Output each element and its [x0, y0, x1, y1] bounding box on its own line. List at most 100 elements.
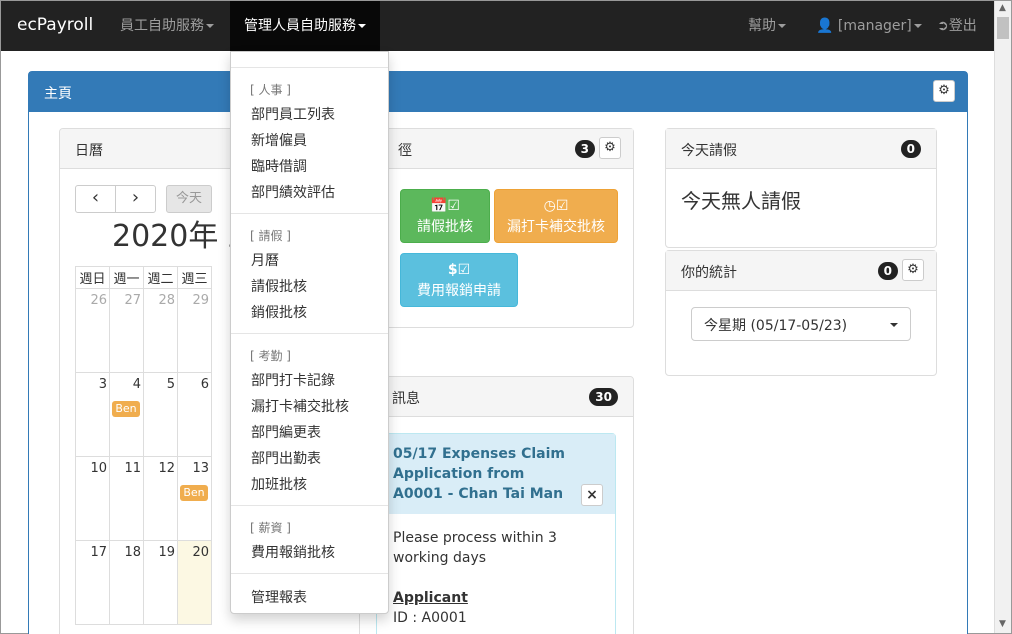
calendar-event[interactable]: Ben — [180, 485, 208, 501]
top-navbar: ecPayroll 員工自助服務 管理人員自助服務 幫助 👤 [manager]… — [1, 1, 994, 51]
user-menu[interactable]: 👤 [manager] — [816, 1, 922, 51]
next-month-button[interactable]: › — [115, 185, 156, 213]
scroll-up-arrow-icon[interactable]: ▲ — [999, 3, 1006, 13]
messages-count-badge: 30 — [589, 388, 618, 406]
attendance-section-header: [ 考勤 ] — [250, 349, 291, 363]
period-select-value: 今星期 (05/17-05/23) — [704, 318, 848, 334]
leave-approval-label: 請假批核 — [417, 219, 473, 235]
menu-item-management-reports[interactable]: 管理報表 — [251, 587, 307, 607]
day-number: 3 — [98, 377, 107, 392]
calendar-day-cell[interactable]: 10 — [75, 456, 110, 541]
manager-dropdown-menu: [ 人事 ] 部門員工列表 新增僱員 臨時借調 部門績效評估 [ 請假 ] 月曆… — [230, 51, 389, 614]
weekday-header: 週三 — [177, 266, 212, 289]
chevron-left-icon: ‹ — [91, 187, 100, 208]
calendar-grid: 週日 週一 週二 週三 26 27 28 29 3 4 Ben 5 6 10 11… — [75, 266, 212, 625]
day-number: 19 — [158, 545, 175, 560]
calendar-day-cell[interactable]: 17 — [75, 540, 110, 625]
employee-menu-label: 員工自助服務 — [120, 18, 204, 34]
day-number: 17 — [90, 545, 107, 560]
home-panel-header: 主頁 ⚙ — [29, 72, 967, 112]
leave-section-header: [ 請假 ] — [250, 229, 291, 243]
home-title: 主頁 — [44, 86, 72, 102]
calendar-day-cell[interactable]: 3 — [75, 372, 110, 457]
calendar-day-cell[interactable]: 11 — [109, 456, 144, 541]
stats-count-badge: 0 — [877, 262, 898, 280]
stats-settings-gear-icon[interactable]: ⚙ — [902, 259, 924, 281]
calendar-day-cell[interactable]: 5 — [143, 372, 178, 457]
close-message-icon[interactable]: × — [581, 484, 603, 506]
missed-punch-label: 漏打卡補交批核 — [507, 219, 605, 235]
calendar-week-row: 17 18 19 20 — [75, 540, 212, 625]
weekday-header: 週一 — [109, 266, 144, 289]
chevron-right-icon: › — [131, 187, 140, 208]
menu-item-leave-approval[interactable]: 請假批核 — [251, 276, 307, 296]
logout-label: 登出 — [948, 18, 977, 34]
dollar-check-icon: $☑ — [447, 262, 471, 278]
help-label: 幫助 — [748, 18, 776, 34]
shortcuts-settings-gear-icon[interactable]: ⚙ — [599, 137, 621, 159]
calendar-day-cell[interactable]: 13 Ben — [177, 456, 212, 541]
help-menu[interactable]: 幫助 — [748, 1, 786, 51]
brand-logo[interactable]: ecPayroll — [17, 15, 93, 35]
menu-item-monthly-calendar[interactable]: 月曆 — [251, 250, 279, 270]
calendar-day-cell-today[interactable]: 20 — [177, 540, 212, 625]
scroll-thumb[interactable] — [997, 17, 1009, 39]
menu-item-new-employee[interactable]: 新增僱員 — [251, 130, 307, 150]
shortcuts-panel-header: 徑 3 ⚙ — [360, 129, 633, 169]
menu-divider — [231, 333, 388, 334]
today-button[interactable]: 今天 — [166, 185, 212, 213]
menu-item-department-roster[interactable]: 部門編更表 — [251, 422, 321, 442]
menu-item-leave-cancellation-approval[interactable]: 銷假批核 — [251, 302, 307, 322]
calendar-day-cell[interactable]: 27 — [109, 288, 144, 373]
messages-panel-header: 訊息 30 — [360, 377, 633, 417]
weekday-header: 週二 — [143, 266, 178, 289]
calendar-day-cell[interactable]: 28 — [143, 288, 178, 373]
calendar-title: 日曆 — [75, 143, 103, 159]
expense-claim-shortcut-button[interactable]: $☑ 費用報銷申請 — [400, 253, 518, 307]
menu-item-performance-review[interactable]: 部門績效評估 — [251, 182, 335, 202]
home-panel: 主頁 ⚙ 日曆 ‹ › 今天 2020年 五 週日 週一 週二 週三 26 27… — [28, 71, 968, 634]
calendar-day-cell[interactable]: 18 — [109, 540, 144, 625]
calendar-day-cell[interactable]: 4 Ben — [109, 372, 144, 457]
employee-self-service-menu[interactable]: 員工自助服務 — [120, 1, 214, 51]
shortcuts-count-badge: 3 — [574, 140, 595, 158]
calendar-day-cell[interactable]: 12 — [143, 456, 178, 541]
menu-item-department-employee-list[interactable]: 部門員工列表 — [251, 104, 335, 124]
logout-icon: ➲ — [937, 18, 949, 34]
leave-approval-shortcut-button[interactable]: 📅☑ 請假批核 — [400, 189, 490, 243]
menu-item-department-attendance[interactable]: 部門出勤表 — [251, 448, 321, 468]
day-number: 10 — [90, 461, 107, 476]
day-number: 5 — [166, 377, 175, 392]
menu-divider — [231, 573, 388, 574]
calendar-event[interactable]: Ben — [112, 401, 140, 417]
shortcuts-panel: 徑 3 ⚙ 📅☑ 請假批核 ◷☑ 漏打卡補交批核 $☑ 費用報銷申請 — [359, 128, 634, 328]
missed-punch-approval-shortcut-button[interactable]: ◷☑ 漏打卡補交批核 — [494, 189, 618, 243]
day-number: 12 — [158, 461, 175, 476]
day-number: 6 — [200, 377, 209, 392]
applicant-label: Applicant — [393, 590, 468, 606]
weekday-header: 週日 — [75, 266, 110, 289]
user-icon: 👤 — [816, 18, 834, 34]
home-settings-gear-icon[interactable]: ⚙ — [933, 80, 955, 102]
scroll-down-arrow-icon[interactable]: ▼ — [999, 619, 1006, 629]
calendar-day-cell[interactable]: 26 — [75, 288, 110, 373]
menu-item-missed-punch-approval[interactable]: 漏打卡補交批核 — [251, 396, 349, 416]
your-stats-panel: 你的統計 0 ⚙ 今星期 (05/17-05/23) — [665, 250, 937, 376]
manager-self-service-menu[interactable]: 管理人員自助服務 — [230, 1, 380, 51]
calendar-day-cell[interactable]: 6 — [177, 372, 212, 457]
menu-item-overtime-approval[interactable]: 加班批核 — [251, 474, 307, 494]
messages-title: 訊息 — [392, 391, 420, 407]
calendar-day-cell[interactable]: 29 — [177, 288, 212, 373]
logout-link[interactable]: ➲登出 — [937, 1, 977, 51]
caret-down-icon — [913, 24, 922, 28]
calendar-day-cell[interactable]: 19 — [143, 540, 178, 625]
page-scrollbar[interactable]: ▲ ▼ — [994, 1, 1011, 633]
menu-item-department-punch-records[interactable]: 部門打卡記錄 — [251, 370, 335, 390]
leave-today-panel: 今天請假 0 今天無人請假 — [665, 128, 937, 248]
period-select[interactable]: 今星期 (05/17-05/23) — [691, 307, 911, 341]
payroll-section-header: [ 薪資 ] — [250, 521, 291, 535]
message-title[interactable]: 05/17 Expenses Claim Application from A0… — [393, 444, 573, 504]
menu-item-expense-claim-approval[interactable]: 費用報銷批核 — [251, 542, 335, 562]
menu-item-temporary-secondment[interactable]: 臨時借調 — [251, 156, 307, 176]
prev-month-button[interactable]: ‹ — [75, 185, 116, 213]
